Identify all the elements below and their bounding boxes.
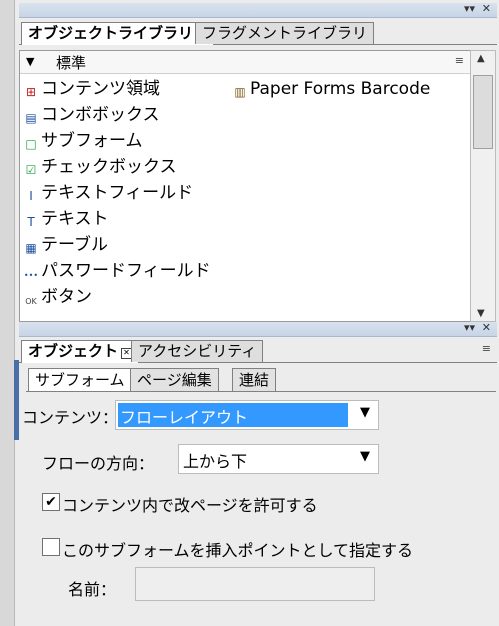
library-item[interactable]: ••• パスワードフィールド xyxy=(23,259,211,283)
allow-page-break-checkbox[interactable]: ✔ xyxy=(42,493,60,511)
library-tab-row: オブジェクトライブラリ✕ フラグメントライブラリ xyxy=(19,20,497,45)
library-item[interactable]: ▥ Paper Forms Barcode xyxy=(232,77,430,101)
library-item[interactable]: OK ボタン xyxy=(23,285,92,309)
flow-direction-label: フローの方向： xyxy=(42,454,155,473)
library-item[interactable]: T テキスト xyxy=(23,207,109,231)
barcode-icon: ▥ xyxy=(234,85,246,99)
content-label: コンテンツ： xyxy=(22,408,119,427)
insertion-point-checkbox[interactable] xyxy=(42,538,60,556)
flow-direction-value: 上から下 xyxy=(183,452,248,471)
content-select[interactable]: フローレイアウト ▼ xyxy=(115,400,379,430)
tab-label: フラグメントライブラリ xyxy=(202,24,368,42)
library-item-label: コンテンツ領域 xyxy=(41,79,160,99)
scroll-down-icon[interactable]: ▼ xyxy=(477,308,485,319)
tab-object[interactable]: オブジェクト ✕ xyxy=(21,340,140,363)
combo-box-icon: ▤ xyxy=(25,111,37,125)
button-icon: OK xyxy=(25,297,37,306)
tab-label: オブジェクトライブラリ xyxy=(28,24,194,42)
checkmark-icon: ✔ xyxy=(45,494,57,510)
collapse-triangle-icon[interactable]: ▼ xyxy=(26,55,34,68)
group-label: 標準 xyxy=(56,54,87,72)
scroll-up-icon[interactable]: ▲ xyxy=(477,53,485,64)
panel-close-icon[interactable]: ✕ xyxy=(482,2,491,15)
text-field-icon: I xyxy=(29,189,33,203)
name-input[interactable] xyxy=(135,567,375,601)
library-item-label: パスワードフィールド xyxy=(41,261,211,281)
dock-splitter-handle[interactable] xyxy=(14,360,19,440)
panel-menu-icon[interactable]: ▾▾ xyxy=(464,2,475,15)
object-panel-titlebar: ▾▾ ✕ xyxy=(19,321,497,337)
subtab-subform[interactable]: サブフォーム xyxy=(28,368,132,391)
library-item-label: サブフォーム xyxy=(41,131,143,151)
library-item-label: Paper Forms Barcode xyxy=(250,79,431,99)
library-item[interactable]: I テキストフィールド xyxy=(23,181,193,205)
scroll-thumb[interactable] xyxy=(473,75,493,149)
password-field-icon: ••• xyxy=(23,271,39,280)
tab-accessibility[interactable]: アクセシビリティ xyxy=(131,340,264,362)
library-item[interactable]: ▦ テーブル xyxy=(23,233,108,257)
chevron-down-icon[interactable]: ▼ xyxy=(360,405,370,420)
object-subtab-row: サブフォーム ページ編集 連結 xyxy=(26,368,496,392)
library-item-label: テーブル xyxy=(41,235,108,255)
library-item-label: テキストフィールド xyxy=(41,183,194,203)
library-item[interactable]: ⊞ コンテンツ領域 xyxy=(23,77,160,101)
checkbox-icon: ☑ xyxy=(25,163,37,177)
text-icon: T xyxy=(27,215,35,229)
subform-icon: □ xyxy=(25,137,37,151)
library-scrollbar[interactable]: ▲ ▼ xyxy=(470,50,496,322)
insertion-point-label: このサブフォームを挿入ポイントとして指定する xyxy=(62,541,414,560)
flow-direction-select[interactable]: 上から下 ▼ xyxy=(178,444,379,474)
library-item[interactable]: ☑ チェックボックス xyxy=(23,155,177,179)
chevron-down-icon[interactable]: ▼ xyxy=(360,449,370,464)
tab-label: アクセシビリティ xyxy=(138,342,257,360)
subtab-page-edit[interactable]: ページ編集 xyxy=(130,368,219,391)
library-item-label: テキスト xyxy=(41,209,109,229)
object-panel-menu-icon[interactable]: ≡ xyxy=(482,342,491,355)
library-item[interactable]: ▤ コンボボックス xyxy=(23,103,160,127)
object-library-list: ▼ 標準 ≡ ⊞ コンテンツ領域 ▤ コンボボックス □ サブフォーム ☑ チェックボックス I… xyxy=(19,50,471,322)
library-item-label: コンボボックス xyxy=(41,105,160,125)
object-tab-row: オブジェクト ✕ アクセシビリティ ≡ xyxy=(19,338,497,363)
library-panel-titlebar: ▾▾ ✕ xyxy=(19,2,497,18)
tab-fragment-library[interactable]: フラグメントライブラリ xyxy=(195,22,375,44)
library-item-label: ボタン xyxy=(41,287,92,307)
left-dock-strip xyxy=(0,0,19,626)
library-group-header[interactable]: ▼ 標準 ≡ xyxy=(20,51,470,74)
library-item-label: チェックボックス xyxy=(41,157,177,177)
subtab-binding[interactable]: 連結 xyxy=(232,368,277,391)
group-menu-icon[interactable]: ≡ xyxy=(455,54,464,67)
allow-page-break-label: コンテンツ内で改ページを許可する xyxy=(62,496,318,515)
panel-menu-icon[interactable]: ▾▾ xyxy=(464,321,475,334)
table-icon: ▦ xyxy=(25,241,37,255)
content-select-value: フローレイアウト xyxy=(120,408,249,427)
content-area-icon: ⊞ xyxy=(25,85,37,99)
name-label: 名前： xyxy=(68,580,117,599)
panel-close-icon[interactable]: ✕ xyxy=(482,321,491,334)
tab-object-library[interactable]: オブジェクトライブラリ✕ xyxy=(21,22,215,45)
library-item[interactable]: □ サブフォーム xyxy=(23,129,143,153)
tab-label: オブジェクト xyxy=(28,342,119,360)
